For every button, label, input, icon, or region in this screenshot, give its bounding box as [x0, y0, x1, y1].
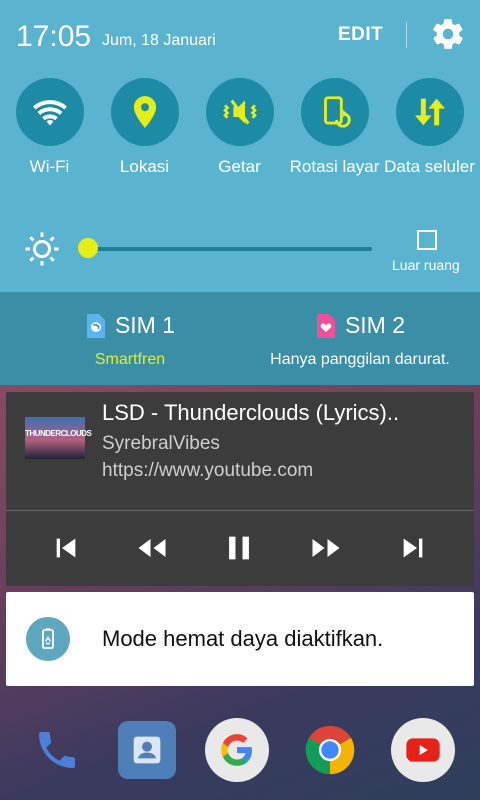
location-toggle[interactable]: Lokasi: [97, 78, 192, 178]
media-artist: SyrebralVibes: [102, 433, 220, 454]
rotation-label: Rotasi layar: [289, 157, 380, 176]
contacts-icon[interactable]: [117, 721, 176, 779]
clock: 17:05: [16, 20, 92, 53]
notification-text: Mode hemat daya diaktifkan.: [102, 626, 384, 651]
chrome-icon[interactable]: [298, 718, 362, 782]
youtube-icon[interactable]: [391, 718, 456, 782]
media-notification[interactable]: THUNDERCLOUDS LSD - Thunderclouds (Lyric…: [6, 392, 474, 586]
battery-saver-icon: [26, 617, 70, 661]
vibrate-icon[interactable]: [205, 78, 274, 146]
sim-1[interactable]: SIM 1 Smartfren: [40, 312, 220, 369]
skip-previous-icon[interactable]: [46, 528, 86, 568]
sim-2-name: SIM 2: [344, 312, 406, 338]
brightness-row: Luar ruang: [0, 225, 480, 275]
wifi-icon[interactable]: [15, 78, 84, 146]
sim-2-status: Hanya panggilan darurat.: [270, 351, 450, 368]
sim-selector: SIM 1 Smartfren SIM 2 Hanya panggilan da…: [0, 292, 480, 385]
brightness-icon: [24, 231, 60, 267]
outdoor-checkbox[interactable]: [417, 230, 437, 250]
album-art-text: THUNDERCLOUDS: [25, 429, 92, 438]
mobile-data-label: Data seluler: [384, 157, 475, 176]
location-icon[interactable]: [110, 78, 179, 146]
phone-icon[interactable]: [25, 718, 89, 782]
dock: [0, 700, 480, 800]
brightness-slider-thumb[interactable]: [78, 238, 98, 258]
gear-icon[interactable]: [430, 16, 466, 52]
sim-2[interactable]: SIM 2 Hanya panggilan darurat.: [250, 312, 470, 369]
sim-1-name: SIM 1: [114, 312, 176, 338]
wifi-toggle[interactable]: Wi-Fi: [2, 78, 97, 178]
media-divider: [6, 510, 474, 511]
rotation-icon[interactable]: [300, 78, 369, 146]
media-title: LSD - Thunderclouds (Lyrics)..: [102, 400, 400, 425]
header-divider: [406, 22, 407, 48]
album-art: THUNDERCLOUDS: [25, 417, 92, 459]
mobile-data-icon[interactable]: [395, 78, 464, 146]
sim-1-status: Smartfren: [94, 351, 166, 368]
rewind-icon[interactable]: [132, 528, 172, 568]
pause-icon[interactable]: [219, 528, 259, 568]
sim-1-icon: [86, 313, 105, 338]
brightness-slider[interactable]: [86, 247, 372, 251]
vibrate-toggle[interactable]: Getar: [192, 78, 287, 178]
skip-next-icon[interactable]: [393, 528, 433, 568]
power-saving-notification[interactable]: Mode hemat daya diaktifkan.: [6, 592, 474, 686]
mobile-data-toggle[interactable]: Data seluler: [382, 78, 477, 178]
media-url: https://www.youtube.com: [102, 460, 314, 481]
rotation-toggle[interactable]: Rotasi layar: [287, 78, 382, 178]
status-header: 17:05 Jum, 18 Januari EDIT: [0, 0, 480, 70]
vibrate-label: Getar: [218, 157, 261, 176]
quick-settings-panel: 17:05 Jum, 18 Januari EDIT Wi-Fi Lokasi …: [0, 0, 480, 292]
location-label: Lokasi: [119, 157, 170, 176]
date[interactable]: Jum, 18 Januari: [102, 32, 216, 50]
fast-forward-icon[interactable]: [306, 528, 346, 568]
outdoor-label: Luar ruang: [392, 257, 460, 273]
edit-button[interactable]: EDIT: [338, 24, 383, 46]
wifi-label: Wi-Fi: [29, 157, 70, 176]
sim-2-icon: [316, 313, 335, 338]
google-icon[interactable]: [204, 718, 269, 782]
